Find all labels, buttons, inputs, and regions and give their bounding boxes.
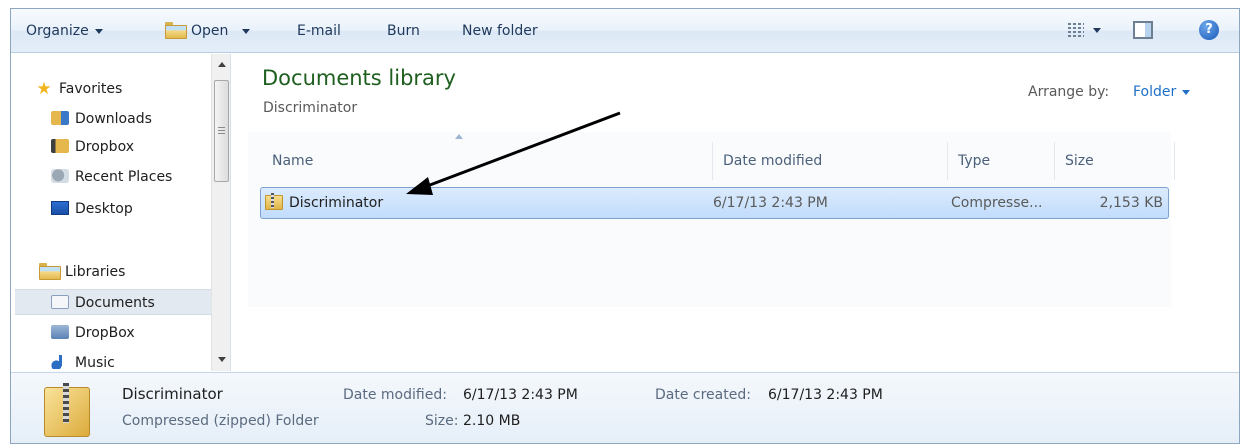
details-file-name: Discriminator <box>122 385 223 403</box>
views-dropdown-icon[interactable] <box>1093 28 1101 33</box>
chevron-down-icon <box>94 28 103 34</box>
nav-item-downloads[interactable]: Downloads <box>51 106 152 132</box>
column-header-type[interactable]: Type <box>948 142 1055 180</box>
star-icon: ★ <box>36 79 52 99</box>
nav-item-recent-places[interactable]: Recent Places <box>51 164 172 190</box>
help-icon[interactable]: ? <box>1199 20 1219 40</box>
column-header-name[interactable]: Name <box>262 142 713 180</box>
scroll-down-icon[interactable] <box>218 357 226 362</box>
views-icon[interactable] <box>1068 22 1084 38</box>
library-subtitle: Discriminator <box>263 100 358 116</box>
row-name-cell[interactable]: Discriminator <box>265 188 383 218</box>
open-label: Open <box>191 23 229 39</box>
documents-icon <box>51 295 69 309</box>
nav-item-documents[interactable]: Documents <box>15 289 211 315</box>
music-icon <box>51 355 69 369</box>
navigation-pane: ★ Favorites Downloads Dropbox Recent Plac… <box>11 54 231 371</box>
column-header-date-modified[interactable]: Date modified <box>713 142 948 180</box>
details-size-label: Size: <box>425 413 459 429</box>
nav-item-label: Documents <box>75 295 155 311</box>
row-type: Compresse... <box>951 195 1043 211</box>
nav-item-label: DropBox <box>75 325 135 341</box>
details-date-modified-label: Date modified: <box>343 387 447 403</box>
library-folder-icon <box>165 21 187 39</box>
details-date-modified-value: 6/17/13 2:43 PM <box>463 387 578 403</box>
new-folder-button[interactable]: New folder <box>462 9 538 53</box>
arrange-by-label: Arrange by: <box>1028 84 1110 100</box>
libraries-icon <box>39 262 61 280</box>
file-list-pane: Documents library Discriminator Arrange … <box>232 54 1239 371</box>
zip-folder-icon <box>44 383 90 437</box>
downloads-folder-icon <box>51 111 69 125</box>
details-pane: Discriminator Compressed (zipped) Folder… <box>11 372 1239 443</box>
scroll-thumb[interactable] <box>214 80 229 182</box>
column-header-size[interactable]: Size <box>1055 142 1175 180</box>
nav-item-label: Music <box>75 355 115 371</box>
scroll-up-icon[interactable] <box>218 62 226 67</box>
details-file-kind: Compressed (zipped) Folder <box>122 413 319 429</box>
recent-places-icon <box>51 169 69 183</box>
open-button[interactable]: Open <box>165 9 251 53</box>
nav-favorites-label: Favorites <box>59 81 123 97</box>
dropbox-folder-icon <box>51 139 69 153</box>
preview-pane-icon[interactable] <box>1133 21 1153 39</box>
nav-scrollbar[interactable] <box>211 54 230 371</box>
details-size-value: 2.10 MB <box>463 413 521 429</box>
details-date-created-value: 6/17/13 2:43 PM <box>768 387 883 403</box>
organize-button[interactable]: Organize <box>26 9 103 53</box>
zip-folder-icon <box>265 193 283 210</box>
sort-ascending-icon <box>455 134 463 139</box>
nav-libraries-label: Libraries <box>65 264 126 280</box>
burn-button[interactable]: Burn <box>387 9 420 53</box>
nav-item-dropbox[interactable]: Dropbox <box>51 134 134 160</box>
nav-item-desktop[interactable]: Desktop <box>51 196 133 222</box>
organize-label: Organize <box>26 23 89 39</box>
table-row[interactable]: Discriminator 6/17/13 2:43 PM Compresse.… <box>260 187 1169 219</box>
row-date-modified: 6/17/13 2:43 PM <box>713 195 828 211</box>
desktop-icon <box>51 201 69 215</box>
library-title: Documents library <box>262 66 456 90</box>
arrange-by-value: Folder <box>1133 84 1177 100</box>
row-name: Discriminator <box>289 195 384 211</box>
nav-item-label: Downloads <box>75 111 152 127</box>
chevron-down-icon <box>242 28 251 34</box>
explorer-window: Organize Open E-mail Burn New folder ? ★… <box>10 8 1240 444</box>
nav-item-dropbox-library[interactable]: DropBox <box>51 320 135 346</box>
nav-item-label: Desktop <box>75 201 133 217</box>
grip-icon <box>218 127 225 134</box>
email-button[interactable]: E-mail <box>297 9 341 53</box>
nav-item-label: Recent Places <box>75 169 173 185</box>
details-date-created-label: Date created: <box>655 387 751 403</box>
row-size: 2,153 KB <box>1099 195 1163 211</box>
nav-item-label: Dropbox <box>75 139 134 155</box>
command-bar: Organize Open E-mail Burn New folder ? <box>11 9 1239 53</box>
arrange-by-dropdown[interactable]: Folder <box>1133 84 1191 100</box>
nav-libraries[interactable]: Libraries <box>39 259 125 285</box>
nav-favorites[interactable]: ★ Favorites <box>35 76 122 102</box>
dropbox-library-icon <box>51 325 69 339</box>
chevron-down-icon <box>1182 89 1191 95</box>
